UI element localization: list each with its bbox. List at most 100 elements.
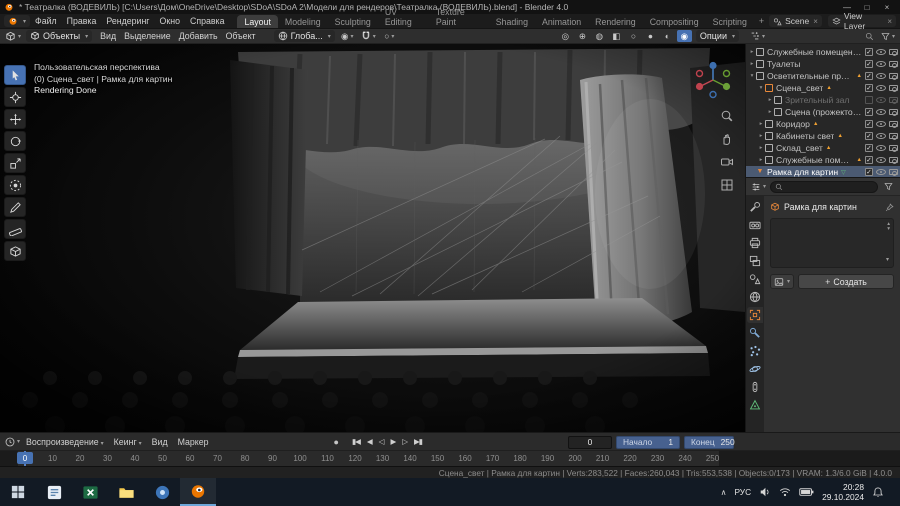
properties-search[interactable] bbox=[770, 180, 878, 193]
outliner-row[interactable]: ▾ Сцена_свет ▲ ✓ bbox=[746, 82, 900, 94]
menu-Выделение[interactable]: Выделение bbox=[120, 31, 175, 41]
overlays-icon[interactable]: ◍ bbox=[592, 30, 607, 42]
menu-Вид[interactable]: Вид bbox=[96, 31, 120, 41]
properties-tab-output[interactable] bbox=[747, 235, 763, 251]
datablock-browse-button[interactable]: ▾ bbox=[770, 274, 794, 289]
notifications-icon[interactable] bbox=[872, 486, 884, 498]
hide-eye-icon[interactable] bbox=[876, 145, 886, 151]
properties-tab-render[interactable] bbox=[747, 217, 763, 233]
expand-arrow-icon[interactable]: ▸ bbox=[757, 133, 765, 139]
zoom-icon[interactable] bbox=[719, 108, 735, 124]
play-reverse-button[interactable]: ◁ bbox=[376, 437, 387, 446]
expand-arrow-icon[interactable]: ▸ bbox=[757, 157, 765, 163]
next-keyframe-button[interactable]: ▷ bbox=[399, 437, 410, 446]
hide-eye-icon[interactable] bbox=[876, 121, 886, 127]
auto-key-record-icon[interactable]: ● bbox=[334, 437, 339, 447]
camera-view-icon[interactable] bbox=[719, 154, 735, 170]
disable-render-icon[interactable] bbox=[889, 85, 898, 92]
outliner-row[interactable]: ▸ Сцена (прожекторы) ✓ bbox=[746, 106, 900, 118]
spinner-arrows[interactable]: ▴ ▾ bbox=[887, 221, 890, 232]
add-workspace-button[interactable]: + bbox=[754, 16, 769, 26]
workspace-tab[interactable]: UV Editing bbox=[378, 5, 429, 28]
exclude-checkbox[interactable]: ✓ bbox=[865, 48, 873, 56]
properties-tab-modifiers[interactable] bbox=[747, 325, 763, 341]
properties-tab-world[interactable] bbox=[747, 289, 763, 305]
expand-arrow-icon[interactable]: ▾ bbox=[757, 85, 765, 91]
menu-Справка[interactable]: Справка bbox=[185, 16, 230, 26]
timeline-menu-Маркер[interactable]: Маркер bbox=[173, 437, 214, 447]
jump-end-button[interactable]: ▶▮ bbox=[411, 437, 425, 446]
workspace-tab[interactable]: Shading bbox=[489, 15, 535, 28]
tray-expand-icon[interactable]: ∧ bbox=[721, 488, 727, 497]
battery-icon[interactable] bbox=[799, 487, 814, 497]
hide-eye-icon[interactable] bbox=[876, 97, 886, 103]
editor-type-3d-viewport-icon[interactable]: ▾ bbox=[4, 30, 22, 42]
gizmos-icon[interactable]: ⊕ bbox=[575, 30, 590, 42]
hide-eye-icon[interactable] bbox=[876, 61, 886, 67]
hide-eye-icon[interactable] bbox=[876, 85, 886, 91]
disable-render-icon[interactable] bbox=[889, 157, 898, 164]
disable-render-icon[interactable] bbox=[889, 145, 898, 152]
expand-arrow-icon[interactable]: ▸ bbox=[748, 61, 756, 67]
disable-render-icon[interactable] bbox=[889, 97, 898, 104]
taskbar-clock[interactable]: 20:28 29.10.2024 bbox=[822, 482, 864, 502]
outliner-row[interactable]: ▾ Осветительные приборы▲✓ bbox=[746, 70, 900, 82]
outliner-row[interactable]: ▸ Коридор ▲ ✓ bbox=[746, 118, 900, 130]
outliner-row[interactable]: ▸ Зрительный зал bbox=[746, 94, 900, 106]
workspace-tab[interactable]: Modeling bbox=[278, 15, 328, 28]
workspace-tab[interactable]: Texture Paint bbox=[429, 5, 489, 28]
disable-render-icon[interactable] bbox=[889, 73, 898, 80]
timeline-menu-Вид[interactable]: Вид bbox=[147, 437, 173, 447]
scale-tool[interactable] bbox=[4, 153, 26, 173]
exclude-checkbox[interactable]: ✓ bbox=[865, 168, 873, 176]
transform-tool[interactable] bbox=[4, 175, 26, 195]
expand-arrow-icon[interactable]: ▸ bbox=[757, 121, 765, 127]
xray-icon[interactable]: ◧ bbox=[609, 30, 624, 42]
outliner-row[interactable]: ▸ Служебные помещения▲✓ bbox=[746, 154, 900, 166]
properties-tab-particles[interactable] bbox=[747, 343, 763, 359]
orientation-gizmo[interactable] bbox=[691, 58, 735, 102]
timeline-ruler[interactable]: 0 10 20 30 40 50 60 70 80 90 100 110 120 130 140 150 160… bbox=[0, 450, 900, 466]
editor-type-properties-icon[interactable]: ▾ bbox=[750, 181, 767, 193]
hide-eye-icon[interactable] bbox=[876, 109, 886, 115]
hide-eye-icon[interactable] bbox=[876, 133, 886, 139]
outliner-row[interactable]: ▼ Рамка для картин ▽ ✓ bbox=[746, 166, 900, 177]
start-button[interactable] bbox=[0, 478, 36, 506]
expand-arrow-icon[interactable]: ▸ bbox=[766, 97, 774, 103]
exclude-checkbox[interactable]: ✓ bbox=[865, 144, 873, 152]
blender-app-taskbar-icon[interactable] bbox=[180, 478, 216, 506]
transform-orientation-selector[interactable]: Глоба... ▾ bbox=[273, 30, 335, 42]
viewport-3d[interactable]: Пользовательская перспектива (0) Сцена_с… bbox=[0, 44, 745, 432]
timeline-menu-Кеинг[interactable]: Кеинг ▾ bbox=[109, 437, 147, 447]
menu-Правка[interactable]: Правка bbox=[62, 16, 102, 26]
disable-render-icon[interactable] bbox=[889, 49, 898, 56]
unlink-scene-icon[interactable]: × bbox=[813, 17, 818, 26]
shading-solid-icon[interactable]: ● bbox=[643, 30, 658, 42]
expand-arrow-icon[interactable]: ▸ bbox=[757, 145, 765, 151]
disable-render-icon[interactable] bbox=[889, 109, 898, 116]
outliner-row[interactable]: ▸ Склад_свет ▲ ✓ bbox=[746, 142, 900, 154]
hide-eye-icon[interactable] bbox=[876, 73, 886, 79]
mode-selector[interactable]: Объекты ▾ bbox=[26, 30, 93, 42]
editor-type-outliner-icon[interactable]: ▾ bbox=[749, 30, 766, 42]
play-button[interactable]: ▶ bbox=[387, 437, 398, 446]
measure-tool[interactable] bbox=[4, 219, 26, 239]
folder-app-taskbar-icon[interactable] bbox=[108, 478, 144, 506]
properties-search-input[interactable] bbox=[786, 181, 873, 192]
pin-icon[interactable] bbox=[885, 202, 894, 212]
expand-arrow-icon[interactable]: ▾ bbox=[748, 73, 756, 79]
ortho-toggle-icon[interactable] bbox=[719, 177, 735, 193]
exclude-checkbox[interactable]: ✓ bbox=[865, 60, 873, 68]
shading-wireframe-icon[interactable]: ○ bbox=[626, 30, 641, 42]
current-frame-field[interactable]: 0 bbox=[568, 435, 612, 449]
exclude-checkbox[interactable] bbox=[865, 96, 873, 104]
properties-tab-physics[interactable] bbox=[747, 361, 763, 377]
disable-render-icon[interactable] bbox=[889, 169, 898, 176]
options-dropdown[interactable]: Опции ▾ bbox=[695, 30, 739, 42]
settings-app-taskbar-icon[interactable] bbox=[144, 478, 180, 506]
pivot-point-icon[interactable]: ◉ ▾ bbox=[340, 30, 355, 42]
menu-Объект[interactable]: Объект bbox=[222, 31, 260, 41]
annotate-tool[interactable] bbox=[4, 197, 26, 217]
expand-arrow-icon[interactable]: ▸ bbox=[748, 49, 756, 55]
proportional-editing-icon[interactable]: ○ ▾ bbox=[382, 30, 397, 42]
